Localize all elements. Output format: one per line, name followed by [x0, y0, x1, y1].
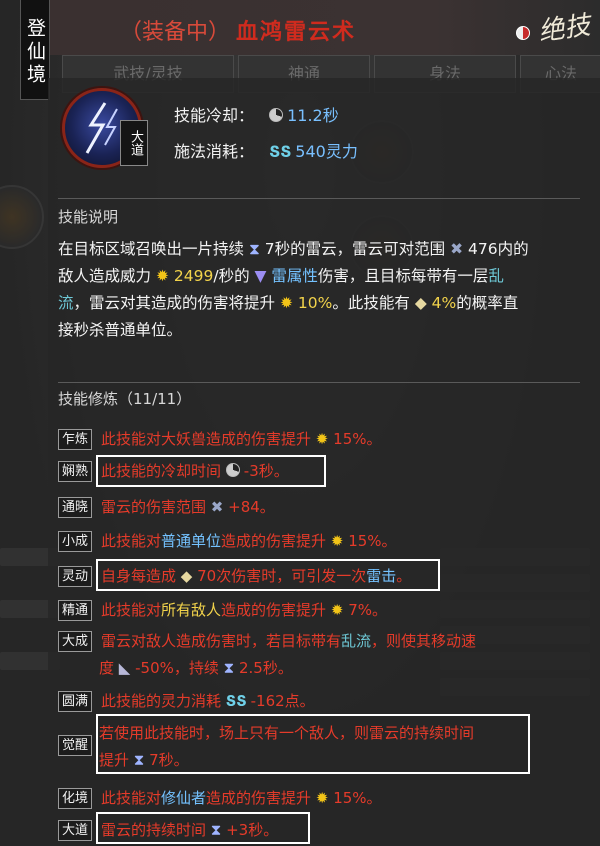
cooldown-row: 技能冷却： 11.2秒 [174, 102, 339, 126]
cooldown-icon [269, 108, 284, 122]
training-tag: 通晓 [58, 497, 92, 518]
realm-tab[interactable]: 登仙境 [20, 0, 50, 100]
grade-badge: 大道 [120, 120, 148, 166]
training-row: 化境 此技能对修仙者造成的伤害提升 ✹ 15%。 [58, 787, 382, 809]
highlight-box [96, 812, 310, 844]
description-line: 敌人造成威力 ✹ 2499/秒的 ▼ 雷属性伤害，且目标每带有一层乱 [58, 267, 504, 285]
training-title: 技能修炼（11/11） [58, 390, 192, 408]
training-tag: 大成 [58, 631, 92, 652]
highlight-box [96, 455, 326, 487]
description-line: 在目标区域召唤出一片持续 ⧗ 7秒的雷云，雷云可对范围 ✖ 476内的 [58, 240, 529, 258]
description-line: 流，雷云对其造成的伤害将提升 ✹ 10%。此技能有 ◆ 4%的概率直 [58, 294, 519, 312]
duration-icon: ⧗ [248, 240, 260, 258]
training-row: 圆满 此技能的灵力消耗 ՏՏ -162点。 [58, 690, 315, 712]
cost-value: 540灵力 [295, 142, 358, 161]
slow-icon: ◣ [118, 659, 131, 677]
ult-label: 绝技 [536, 10, 593, 48]
cost-label: 施法消耗： [174, 142, 255, 161]
highlight-box [96, 559, 440, 591]
cooldown-label: 技能冷却： [174, 106, 255, 125]
power-icon: ✹ [315, 430, 329, 448]
power-icon: ✹ [330, 532, 344, 550]
training-tag: 精通 [58, 600, 92, 621]
range-icon: ✖ [210, 498, 224, 516]
spirit-energy-icon: ՏՏ [269, 142, 292, 161]
tooltip-header: （装备中） 血鸿雷云术 绝技 [50, 0, 600, 55]
equip-status: （装备中） [120, 20, 231, 45]
chance-icon: ◆ [414, 294, 427, 312]
element-pie-icon [516, 26, 530, 40]
training-row: 小成 此技能对普通单位造成的伤害提升 ✹ 15%。 [58, 530, 397, 552]
cost-row: 施法消耗： ՏՏ 540灵力 [174, 138, 358, 162]
training-row-continued: 度 ◣ -50%，持续 ⧗ 2.5秒。 [99, 659, 293, 677]
training-tag: 乍炼 [58, 429, 92, 450]
skill-title: （装备中） 血鸿雷云术 [120, 14, 356, 46]
training-tag: 娴熟 [58, 461, 92, 482]
description-line: 接秒杀普通单位。 [58, 321, 183, 339]
lightning-icon [85, 102, 118, 154]
training-tag: 灵动 [58, 566, 92, 587]
training-row: 大成 雷云对敌人造成伤害时，若目标带有乱流，则使其移动速 [58, 630, 476, 652]
highlight-box [96, 714, 530, 774]
training-row: 通晓 雷云的伤害范围 ✖ +84。 [58, 496, 275, 518]
training-row: 乍炼 此技能对大妖兽造成的伤害提升 ✹ 15%。 [58, 428, 382, 450]
power-icon: ✹ [279, 294, 293, 312]
training-row: 精通 此技能对所有敌人造成的伤害提升 ✹ 7%。 [58, 599, 387, 621]
training-tag: 小成 [58, 531, 92, 552]
description-title: 技能说明 [58, 208, 119, 226]
skill-description: 在目标区域召唤出一片持续 ⧗ 7秒的雷云，雷云可对范围 ✖ 476内的 敌人造成… [58, 236, 586, 344]
spirit-energy-icon: ՏՏ [225, 692, 247, 710]
training-tag: 觉醒 [58, 735, 92, 756]
power-icon: ✹ [155, 267, 169, 285]
duration-icon: ⧗ [223, 659, 235, 677]
cooldown-value: 11.2秒 [287, 106, 339, 125]
training-tag: 大道 [58, 820, 92, 841]
training-tag: 化境 [58, 788, 92, 809]
skill-name: 血鸿雷云术 [236, 20, 357, 45]
range-icon: ✖ [450, 240, 464, 258]
training-row: 觉醒 [58, 735, 101, 756]
thunder-element-icon: ▼ [254, 267, 267, 285]
power-icon: ✹ [330, 601, 344, 619]
power-icon: ✹ [315, 789, 329, 807]
divider [58, 382, 580, 383]
divider [58, 198, 580, 199]
training-tag: 圆满 [58, 691, 92, 712]
